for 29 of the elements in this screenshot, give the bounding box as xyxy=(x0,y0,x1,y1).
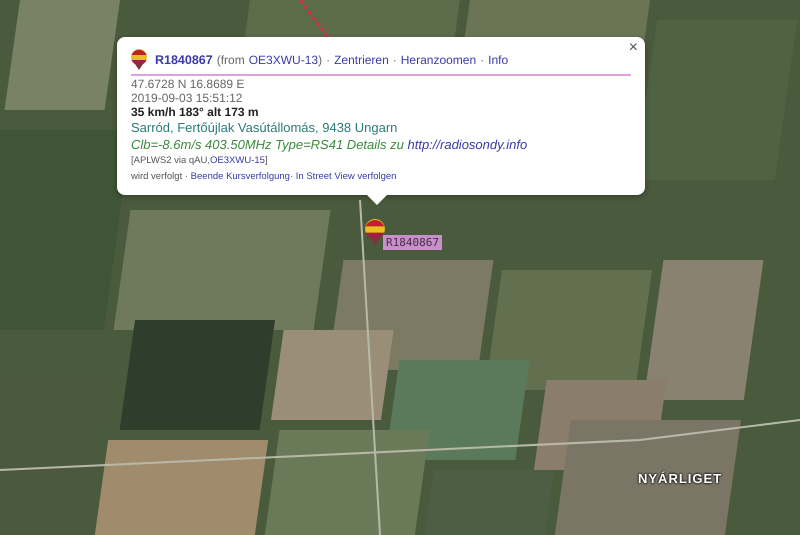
timestamp-text: 2019-09-03 15:51:12 xyxy=(131,91,244,105)
separator-dot: · xyxy=(392,53,397,67)
station-link[interactable]: R1840867 xyxy=(155,53,213,67)
separator-dot: · xyxy=(184,171,188,182)
website-link[interactable]: http://radiosondy.info xyxy=(408,137,528,152)
coordinates-text: 47.6728 N 16.8689 E xyxy=(131,77,246,91)
tracking-link[interactable]: In Street View verfolgen xyxy=(296,171,396,182)
popup-action-link[interactable]: Zentrieren xyxy=(334,53,389,67)
separator-dot: · xyxy=(326,53,330,67)
close-button[interactable]: × xyxy=(626,39,641,57)
path-text: [APLWS2 via qAU, xyxy=(131,155,210,166)
source-station-link[interactable]: OE3XWU-13 xyxy=(248,53,318,67)
address-text: Sarród, Fertőújlak Vasútállomás, 9438 Ungarn xyxy=(131,119,398,136)
balloon-icon xyxy=(131,49,147,71)
balloon-icon[interactable] xyxy=(365,219,385,245)
comment-text: Clb=-8.6m/s 403.50MHz Type=RS41 Details zu http://radiosondy.info xyxy=(131,136,528,153)
bracket-text: ) xyxy=(318,53,322,67)
speed-altitude-text: 35 km/h 183° alt 173 m xyxy=(131,105,260,119)
tracking-status-text: wird verfolgt xyxy=(131,171,182,182)
tracking-link[interactable]: Beende Kursverfolgung xyxy=(190,171,290,182)
bracket-text: ] xyxy=(264,155,268,166)
from-label: (from xyxy=(216,53,245,67)
marker-label: R1840867 xyxy=(383,235,442,250)
separator-dot: · xyxy=(290,171,294,182)
popup-action-link[interactable]: Heranzoomen xyxy=(400,53,476,67)
place-label: NYÁRLIGET xyxy=(638,471,722,486)
digipeater-link[interactable]: OE3XWU-15 xyxy=(210,155,265,166)
separator-dot: · xyxy=(480,53,484,67)
popup-action-link[interactable]: Info xyxy=(488,53,508,67)
